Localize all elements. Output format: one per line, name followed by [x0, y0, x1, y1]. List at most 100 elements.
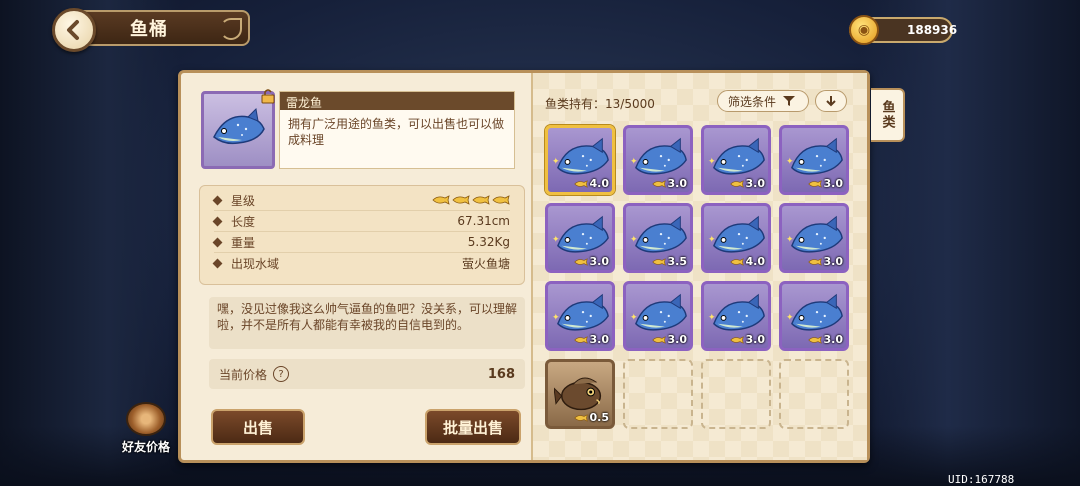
fish-description-box: 雷龙鱼 拥有广泛用途的鱼类，可以出售也可以做成料理 — [279, 91, 515, 169]
sparkle-icon: ✦ — [708, 235, 716, 245]
fish-slot[interactable]: ✦ 3.0 — [701, 125, 771, 195]
fish-slot[interactable]: ✦ 3.0 — [545, 281, 615, 351]
fish-quote: 嘿，没见过像我这么帅气逼鱼的鱼吧？没关系，可以理解啦，并不是所有人都能有幸被我的… — [209, 297, 525, 349]
rating-value: 3.0 — [667, 177, 688, 190]
sparkle-icon: ✦ — [786, 157, 794, 167]
diamond-bullet-icon — [212, 216, 223, 226]
filter-icon — [783, 96, 796, 106]
fish-slot[interactable]: ✦ 3.0 — [779, 281, 849, 351]
stat-row-star: 星级 — [212, 190, 510, 211]
fish-slot[interactable]: ✦ 3.0 — [545, 203, 615, 273]
fish-rating: 3.0 — [573, 333, 609, 346]
stat-value: 5.32Kg — [467, 235, 510, 249]
holdings-count: 鱼类持有：13/5000 — [545, 97, 655, 111]
sell-button[interactable]: 出售 — [211, 409, 305, 445]
title-banner: 鱼桶 — [74, 10, 250, 46]
filter-button[interactable]: 筛选条件 — [717, 90, 809, 112]
price-label: 当前价格 — [219, 367, 268, 382]
fish-rating: 3.0 — [651, 177, 688, 190]
sparkle-icon: ✦ — [630, 235, 638, 245]
sparkle-icon: ✦ — [552, 235, 560, 245]
stat-row-waters: 出现水域 萤火鱼塘 — [212, 253, 510, 274]
rating-fish-icon — [729, 257, 744, 266]
fish-slot[interactable]: ✦ 4.0 — [545, 125, 615, 195]
back-button[interactable] — [52, 8, 96, 52]
rating-fish-icon — [729, 179, 744, 188]
rating-fish-icon — [729, 335, 744, 344]
fish-stats: 星级 长度 67.31cm 重量 5.32Kg 出现水域 萤火鱼塘 — [199, 185, 525, 285]
back-arrow-icon — [67, 20, 79, 40]
fish-rating: 3.0 — [573, 255, 609, 268]
price-row: 当前价格 ? 168 — [209, 359, 525, 389]
diamond-bullet-icon — [212, 195, 223, 205]
price-value: 168 — [487, 366, 515, 382]
diamond-bullet-icon — [212, 237, 223, 247]
thunder-fish-icon — [635, 137, 687, 175]
rating-value: 3.0 — [823, 255, 844, 268]
user-id: UID:167788 — [948, 473, 1015, 486]
fish-slot[interactable]: 0.5 — [545, 359, 615, 429]
sparkle-icon: ✦ — [630, 313, 638, 323]
fish-slot[interactable]: ✦ 3.0 — [623, 281, 693, 351]
banner-flourish-icon — [220, 18, 242, 40]
stat-label: 出现水域 — [231, 257, 280, 271]
fish-slot[interactable]: ✦ 3.0 — [779, 203, 849, 273]
fish-rating: 3.0 — [807, 333, 844, 346]
rating-value: 3.0 — [823, 333, 844, 346]
fish-description: 拥有广泛用途的鱼类，可以出售也可以做成料理 — [288, 117, 505, 147]
fish-bucket-panel: 雷龙鱼 拥有广泛用途的鱼类，可以出售也可以做成料理 星级 长度 67.31cm … — [178, 70, 870, 463]
thunder-fish-icon — [791, 215, 843, 253]
fish-slot[interactable]: ✦ 3.0 — [701, 281, 771, 351]
fish-info-card: 雷龙鱼 拥有广泛用途的鱼类，可以出售也可以做成料理 — [201, 89, 515, 175]
friend-price-button[interactable]: 好友价格 — [118, 402, 174, 454]
help-icon[interactable]: ? — [273, 366, 290, 382]
fish-rating: 4.0 — [573, 177, 610, 190]
fish-slot[interactable]: ✦ 4.0 — [701, 203, 771, 273]
rating-value: 4.0 — [589, 177, 610, 190]
rating-value: 3.0 — [745, 177, 766, 190]
fish-rating: 3.0 — [729, 333, 765, 346]
fish-slot[interactable]: ✦ 3.5 — [623, 203, 693, 273]
coin-amount: 188936 — [907, 23, 958, 37]
star-fish-icon — [452, 195, 470, 205]
sparkle-icon: ✦ — [552, 313, 560, 323]
sort-button[interactable] — [815, 90, 847, 112]
stat-label: 长度 — [231, 214, 256, 229]
coin-icon: ◉ — [849, 15, 879, 45]
star-fish-icon — [492, 195, 510, 205]
sparkle-icon: ✦ — [708, 313, 716, 323]
thunder-fish-icon — [213, 107, 265, 145]
fish-grid: ✦ 4.0 ✦ 3.0 ✦ 3.0 ✦ 3.0 ✦ 3.0 ✦ 3.5 ✦ 4.0 ✦ 3.0 ✦ 3.0 ✦ 3.0… — [545, 125, 849, 429]
fish-slot[interactable]: ✦ 3.0 — [779, 125, 849, 195]
stat-label: 星级 — [231, 193, 256, 208]
batch-sell-button[interactable]: 批量出售 — [425, 409, 521, 445]
rating-value: 3.0 — [823, 177, 844, 190]
fish-rating: 4.0 — [729, 255, 765, 268]
tab-fish[interactable]: 鱼类 — [871, 88, 905, 142]
thunder-fish-icon — [713, 137, 765, 175]
rating-value: 0.5 — [589, 411, 610, 424]
rating-value: 3.0 — [667, 333, 688, 346]
rating-fish-icon — [573, 335, 588, 344]
fish-rating: 3.0 — [807, 255, 844, 268]
thunder-fish-icon — [791, 137, 843, 175]
stat-row-weight: 重量 5.32Kg — [212, 232, 510, 253]
rating-fish-icon — [573, 413, 588, 422]
fish-rating: 3.0 — [729, 177, 766, 190]
rating-fish-icon — [651, 257, 666, 266]
friend-price-label: 好友价格 — [121, 440, 170, 454]
thunder-fish-icon — [635, 215, 687, 253]
sparkle-icon: ✦ — [708, 157, 716, 167]
thunder-fish-icon — [557, 137, 609, 175]
star-rating — [432, 195, 510, 205]
fish-slot[interactable]: ✦ 3.0 — [623, 125, 693, 195]
lock-icon — [261, 89, 275, 104]
rating-fish-icon — [807, 335, 822, 344]
empty-fish-slot[interactable] — [779, 359, 849, 429]
wheel-icon — [126, 402, 166, 436]
fish-rating: 3.0 — [651, 333, 688, 346]
empty-fish-slot[interactable] — [623, 359, 693, 429]
fish-inventory-section: 鱼类持有：13/5000 筛选条件 ✦ 4.0 ✦ 3.0 ✦ 3.0 ✦ 3.0 ✦ 3.0 ✦ 3… — [531, 73, 867, 460]
empty-fish-slot[interactable] — [701, 359, 771, 429]
coin-balance: ◉ 188936 — [849, 15, 957, 45]
